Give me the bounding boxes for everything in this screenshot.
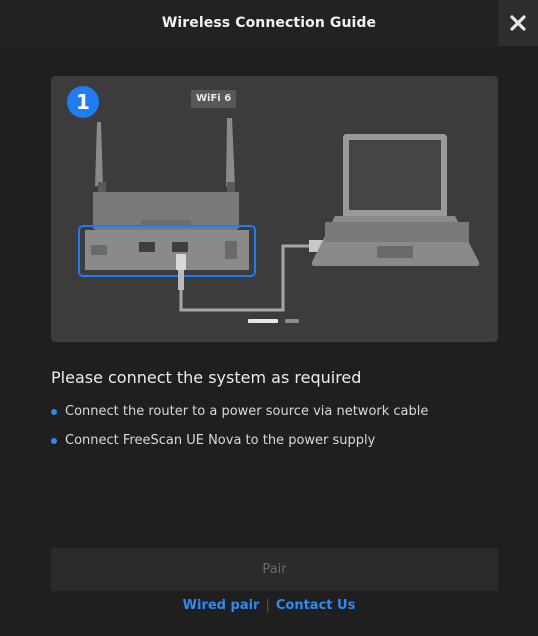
laptop-icon [311,134,480,266]
step-number-badge: 1 [67,86,99,118]
pair-button[interactable]: Pair [51,548,498,591]
bullet-icon [51,438,57,444]
instructions-heading: Please connect the system as required [51,368,362,387]
instruction-text: Connect the router to a power source via… [65,404,429,419]
close-icon [510,15,526,31]
dialog-title: Wireless Connection Guide [161,15,377,31]
footer-links: Wired pair | Contact Us [0,598,538,613]
instruction-item: Connect the router to a power source via… [51,403,428,432]
wifi-6-label: WiFi 6 [191,90,237,108]
close-button[interactable] [498,0,538,46]
link-separator: | [265,598,270,613]
bullet-icon [51,409,57,415]
instruction-text: Connect FreeScan UE Nova to the power su… [65,433,376,448]
pager-dot-inactive[interactable] [285,319,299,323]
connection-diagram [78,118,480,312]
wired-pair-link[interactable]: Wired pair [183,598,260,613]
router-icon [78,118,256,277]
instructions-list: Connect the router to a power source via… [51,403,428,461]
dialog-header: Wireless Connection Guide [0,0,538,46]
setup-illustration: 1 WiFi 6 [51,76,498,342]
contact-us-link[interactable]: Contact Us [276,598,355,613]
pager-dot-active[interactable] [248,319,278,323]
instruction-item: Connect FreeScan UE Nova to the power su… [51,432,428,461]
